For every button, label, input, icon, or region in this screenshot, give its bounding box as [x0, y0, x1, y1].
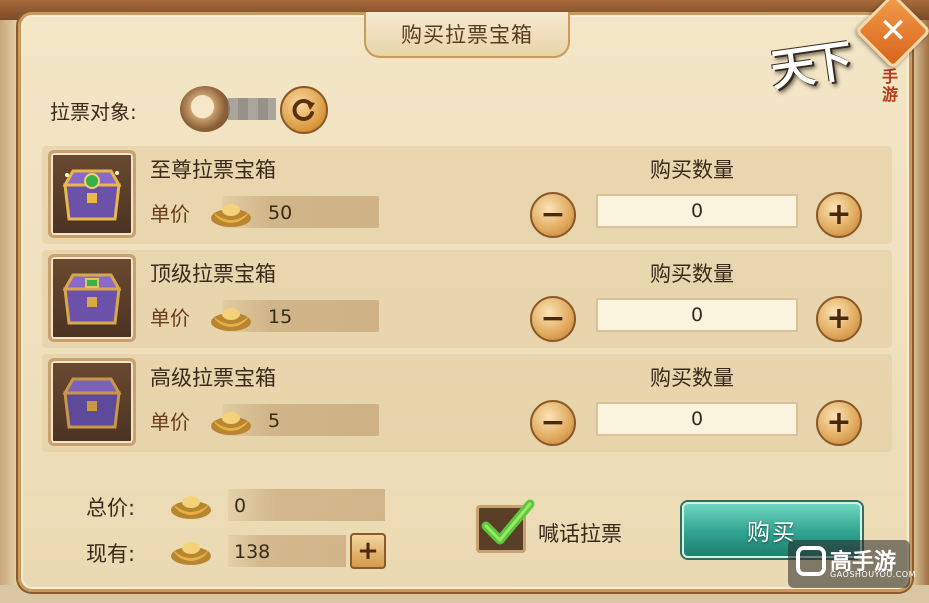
gold-ingot-icon	[211, 204, 251, 227]
background-left	[0, 20, 20, 585]
total-price-bar	[228, 489, 385, 521]
gold-ingot-icon	[171, 542, 211, 565]
game-logo-sub: 手游	[882, 67, 899, 104]
background-right	[909, 20, 929, 585]
decrease-quantity-button[interactable]: −	[530, 400, 576, 446]
chest-thumbnail[interactable]	[48, 254, 136, 342]
item-row-top: 顶级拉票宝箱 单价 15 购买数量 − 0 +	[42, 250, 892, 348]
unit-price-value: 50	[268, 202, 293, 224]
refresh-target-button[interactable]	[280, 86, 328, 134]
unit-price-label: 单价	[150, 306, 190, 330]
increase-quantity-button[interactable]: +	[816, 192, 862, 238]
watermark-logo-icon	[796, 546, 826, 576]
increase-quantity-button[interactable]: +	[816, 296, 862, 342]
dialog-title: 购买拉票宝箱	[364, 12, 570, 58]
unit-price-label: 单价	[150, 410, 190, 434]
unit-price-value: 5	[268, 410, 281, 432]
gold-ingot-icon	[211, 412, 251, 435]
chest-icon	[62, 169, 122, 221]
shout-label: 喊话拉票	[538, 522, 622, 546]
item-row-supreme: 至尊拉票宝箱 单价 50 购买数量 − 0 +	[42, 146, 892, 244]
target-label: 拉票对象:	[50, 100, 137, 124]
decrease-quantity-button[interactable]: −	[530, 192, 576, 238]
close-icon[interactable]: ✕	[866, 4, 920, 58]
quantity-title: 购买数量	[650, 366, 734, 390]
game-logo: 天下	[767, 35, 850, 97]
unit-price-label: 单价	[150, 202, 190, 226]
owned-value: 138	[234, 541, 271, 563]
quantity-title: 购买数量	[650, 262, 734, 286]
item-row-advanced: 高级拉票宝箱 单价 5 购买数量 − 0 +	[42, 354, 892, 452]
quantity-input[interactable]: 0	[596, 194, 798, 228]
chest-thumbnail[interactable]	[48, 150, 136, 238]
quantity-input[interactable]: 0	[596, 402, 798, 436]
item-name: 高级拉票宝箱	[150, 366, 276, 390]
chest-icon	[62, 273, 122, 325]
quantity-title: 购买数量	[650, 158, 734, 182]
gold-ingot-icon	[211, 308, 251, 331]
target-name-obscured	[228, 98, 276, 120]
decrease-quantity-button[interactable]: −	[530, 296, 576, 342]
quantity-input[interactable]: 0	[596, 298, 798, 332]
total-price-value: 0	[234, 495, 247, 517]
target-avatar	[180, 86, 230, 132]
total-price-label: 总价:	[86, 496, 136, 520]
refresh-icon	[292, 99, 315, 121]
add-currency-button[interactable]: +	[350, 533, 386, 569]
chest-icon	[62, 377, 122, 429]
item-name: 顶级拉票宝箱	[150, 262, 276, 286]
unit-price-value: 15	[268, 306, 293, 328]
watermark-subtext: GAOSHOUYOU.COM	[830, 570, 917, 579]
chest-thumbnail[interactable]	[48, 358, 136, 446]
increase-quantity-button[interactable]: +	[816, 400, 862, 446]
checkmark-icon[interactable]	[478, 496, 538, 552]
item-name: 至尊拉票宝箱	[150, 158, 276, 182]
gold-ingot-icon	[171, 496, 211, 519]
owned-label: 现有:	[86, 542, 136, 566]
